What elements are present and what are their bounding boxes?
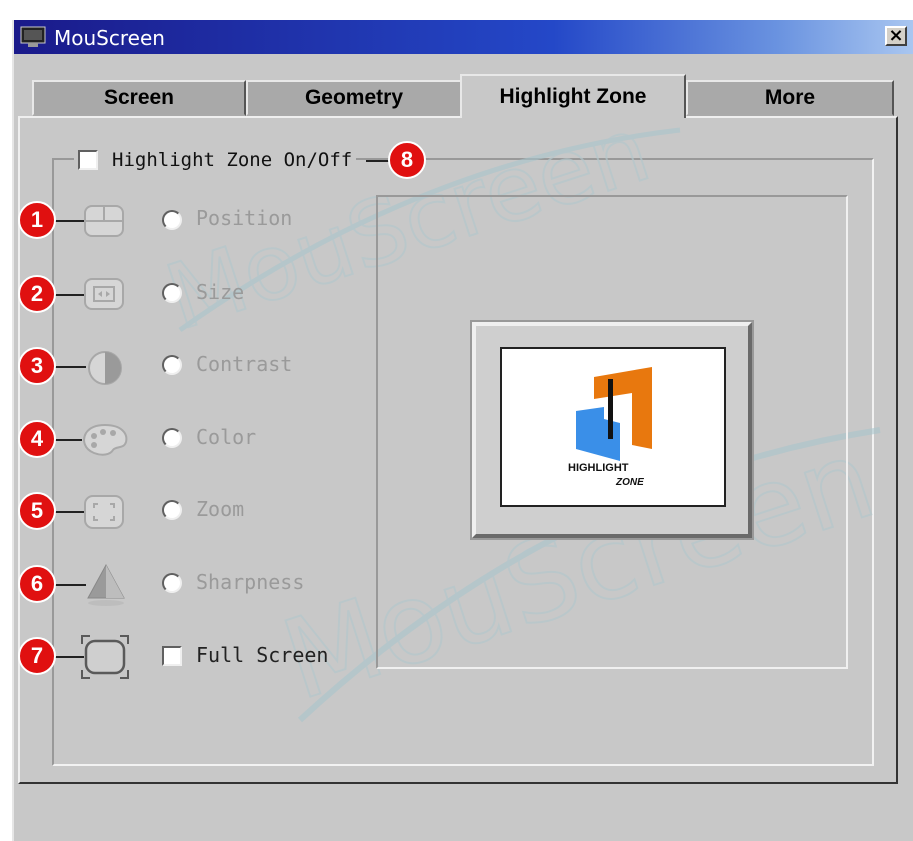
- size-icon: [84, 278, 124, 310]
- callout-connector: [54, 584, 86, 586]
- sharpness-icon: [87, 563, 125, 606]
- preview-monitor: HIGHLIGHT ZONE: [472, 322, 752, 538]
- color-palette-icon: [83, 423, 128, 456]
- color-radio[interactable]: [162, 428, 182, 448]
- callout-1: 1: [18, 201, 56, 239]
- callout-7: 7: [18, 637, 56, 675]
- title-bar[interactable]: MouScreen ×: [14, 20, 913, 54]
- full-screen-icon: [81, 635, 129, 679]
- window-title: MouScreen: [54, 26, 165, 50]
- zoom-icon: [84, 495, 124, 529]
- highlight-zone-logo: HIGHLIGHT ZONE: [568, 367, 652, 488]
- logo-text-highlight: HIGHLIGHT: [568, 462, 629, 474]
- size-label: Size: [196, 280, 245, 304]
- tab-highlight-zone[interactable]: Highlight Zone: [460, 74, 686, 118]
- close-button[interactable]: ×: [885, 26, 907, 46]
- contrast-radio[interactable]: [162, 355, 182, 375]
- callout-connector: [54, 220, 84, 222]
- highlight-zone-toggle-label: Highlight Zone On/Off: [112, 149, 353, 171]
- callout-3: 3: [18, 347, 56, 385]
- tab-geometry[interactable]: Geometry: [246, 80, 462, 116]
- callout-connector: [54, 366, 86, 368]
- zoom-radio[interactable]: [162, 500, 182, 520]
- size-radio[interactable]: [162, 283, 182, 303]
- sharpness-radio[interactable]: [162, 573, 182, 593]
- callout-connector: [54, 511, 84, 513]
- callout-4: 4: [18, 420, 56, 458]
- callout-connector: [54, 656, 84, 658]
- contrast-label: Contrast: [196, 352, 293, 376]
- contrast-icon: [88, 351, 122, 385]
- monitor-app-icon: [20, 26, 46, 47]
- tab-more[interactable]: More: [686, 80, 894, 116]
- zoom-label: Zoom: [196, 497, 245, 521]
- callout-connector: [54, 294, 84, 296]
- sharpness-label: Sharpness: [196, 570, 305, 594]
- callout-5: 5: [18, 492, 56, 530]
- callout-2: 2: [18, 275, 56, 313]
- full-screen-checkbox[interactable]: [162, 646, 182, 666]
- position-label: Position: [196, 206, 293, 230]
- position-icon: [84, 205, 124, 237]
- callout-8: 8: [388, 141, 426, 179]
- highlight-zone-checkbox[interactable]: [78, 150, 98, 170]
- logo-text-zone: ZONE: [615, 477, 644, 488]
- callout-6: 6: [18, 565, 56, 603]
- color-label: Color: [196, 425, 257, 449]
- tab-screen[interactable]: Screen: [32, 80, 246, 116]
- callout-connector: [366, 160, 390, 162]
- preview-screen: HIGHLIGHT ZONE: [500, 347, 726, 507]
- position-radio[interactable]: [162, 210, 182, 230]
- callout-connector: [54, 439, 82, 441]
- highlight-zone-toggle[interactable]: Highlight Zone On/Off: [74, 145, 357, 175]
- full-screen-label: Full Screen: [196, 643, 329, 667]
